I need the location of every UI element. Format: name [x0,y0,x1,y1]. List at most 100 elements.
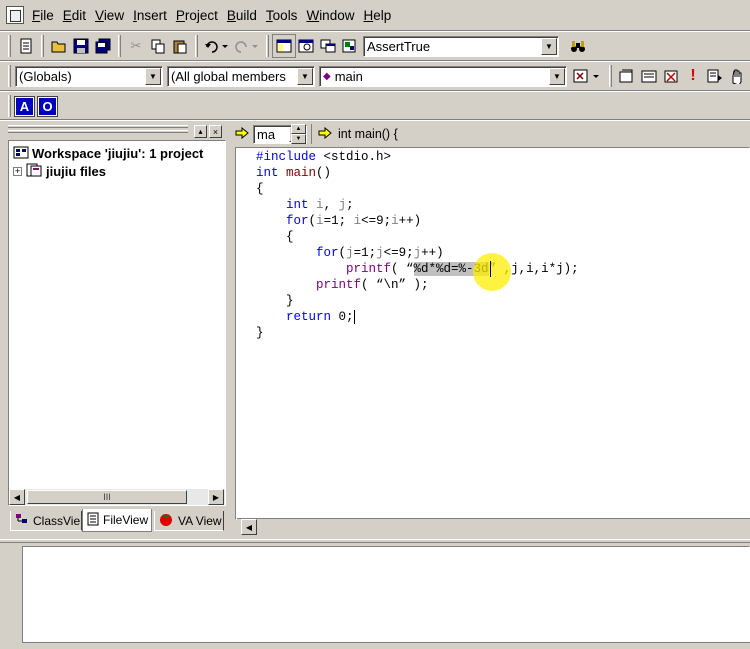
va-toolbar: A O [4,95,61,117]
tab-fileview[interactable]: FileView [82,509,152,532]
breakpoint-hand-icon[interactable] [726,65,748,87]
toolbar-separator-line [0,60,750,62]
menu-help[interactable]: Help [363,8,391,23]
nav-function-text[interactable]: int main() { [338,127,398,141]
find-in-files-icon[interactable] [339,35,361,57]
ibeam-cursor-icon [490,261,491,277]
code-line-10: } [256,294,294,308]
scroll-right-icon[interactable]: ▶ [208,489,224,505]
editor-nav-right: int main() { [311,124,747,144]
classview-icon [15,513,29,528]
workspace-minimize-icon[interactable]: ▴ [194,125,207,138]
menu-window[interactable]: Window [306,8,354,23]
editor-hscrollbar[interactable]: ◀ [237,518,750,535]
binoculars-icon[interactable] [567,35,589,57]
toolbar-separator [266,35,269,57]
app-icon[interactable] [6,6,24,24]
go-icon[interactable] [704,65,726,87]
wizard-action-icon[interactable] [571,65,605,87]
code-line-5: for(i=1; i<=9;i++) [286,214,422,228]
function-combo[interactable]: ◆ main ▼ [319,65,567,87]
nav-spinner[interactable]: ▲ ▼ [291,124,307,144]
spin-down-icon[interactable]: ▼ [291,134,306,144]
new-file-icon[interactable] [15,35,37,57]
scope-dropdown-icon[interactable]: ▼ [145,67,161,85]
menu-view[interactable]: View [95,8,124,23]
tomato-icon [159,512,173,529]
workspace-close-icon[interactable]: × [209,125,222,138]
toolbar-grip[interactable] [8,65,11,87]
cut-icon[interactable]: ✂ [125,35,147,57]
project-icon [26,163,42,180]
expand-plus-icon[interactable]: + [13,167,22,176]
output-splitter[interactable] [0,539,750,543]
workspace-grip[interactable] [8,125,188,128]
tab-classview-label: ClassVie [33,513,81,528]
paste-icon[interactable] [169,35,191,57]
hscroll-thumb[interactable]: III [27,490,187,504]
va-o-button[interactable]: O [37,95,58,117]
code-editor[interactable]: #include <stdio.h> int main() { int i, j… [235,147,750,520]
workspace-tree: Workspace 'jiujiu': 1 project + jiujiu f… [8,140,226,506]
code-line-7: for(j=1;j<=9;j++) [316,246,444,260]
build-icon[interactable] [638,65,660,87]
nav-arrow-icon-2 [318,126,332,142]
menu-file[interactable]: File [32,8,54,23]
editor-area: ma ▼ ▲ ▼ int main() { #include <stdio.h>… [233,122,750,536]
tab-fileview-label: FileView [103,513,149,527]
workspace-icon [13,145,29,162]
output-tabs-strip[interactable] [22,642,750,649]
workspace-hscrollbar[interactable]: ◀ III ▶ [9,489,225,505]
scope-combo[interactable]: (Globals) ▼ [15,65,163,87]
va-separator-line [0,119,750,121]
code-line-11: return 0; [286,310,355,324]
menu-edit[interactable]: Edit [63,8,86,23]
function-combo-value: main [334,68,363,84]
code-line-9: printf( “\n” ); [316,278,429,292]
workspace-window-icon[interactable] [272,34,296,58]
menu-project[interactable]: Project [176,8,218,23]
save-icon[interactable] [70,35,92,57]
menu-build[interactable]: Build [227,8,257,23]
standard-toolbar: ✂ AssertTrue ▼ [4,34,589,58]
output-window-icon[interactable] [295,35,317,57]
window-list-icon[interactable] [317,35,339,57]
toolbar-separator [118,35,121,57]
function-dropdown-icon[interactable]: ▼ [549,67,565,85]
workspace-root-label: Workspace 'jiujiu': 1 project [32,146,204,161]
wizard-separator-line [0,90,750,92]
project-item[interactable]: + jiujiu files [13,163,106,180]
va-a-button[interactable]: A [14,95,35,117]
output-panel-grip[interactable] [0,546,20,649]
tab-vaview[interactable]: VA View [154,511,224,531]
stop-build-icon[interactable] [660,65,682,87]
find-combo[interactable]: AssertTrue ▼ [363,35,559,57]
code-line-12: } [256,326,264,340]
redo-icon[interactable] [232,35,262,57]
menu-tools[interactable]: Tools [266,8,298,23]
tab-classview[interactable]: ClassVie [10,511,82,531]
undo-icon[interactable] [202,35,232,57]
code-line-3: { [256,182,264,196]
code-line-4: int i, j; [286,198,354,212]
members-combo[interactable]: (All global members ▼ [167,65,315,87]
execute-icon[interactable]: ! [682,65,704,87]
spin-up-icon[interactable]: ▲ [291,124,306,134]
fileview-icon [87,512,99,529]
compile-icon[interactable] [616,65,638,87]
copy-icon[interactable] [147,35,169,57]
workspace-root-item[interactable]: Workspace 'jiujiu': 1 project [13,145,203,162]
scope-combo-value: (Globals) [19,68,72,84]
toolbar-grip[interactable] [8,35,11,57]
scroll-left-icon[interactable]: ◀ [9,489,25,505]
open-folder-icon[interactable] [48,35,70,57]
save-all-icon[interactable] [92,35,114,57]
members-dropdown-icon[interactable]: ▼ [297,67,313,85]
find-combo-value: AssertTrue [367,38,431,54]
menu-insert[interactable]: Insert [133,8,167,23]
editor-scroll-left-icon[interactable]: ◀ [241,519,257,535]
nav-left-combo-value: ma [257,126,276,142]
find-combo-dropdown-icon[interactable]: ▼ [541,37,557,55]
toolbar-grip[interactable] [8,95,11,117]
code-line-2: int main() [256,166,332,180]
